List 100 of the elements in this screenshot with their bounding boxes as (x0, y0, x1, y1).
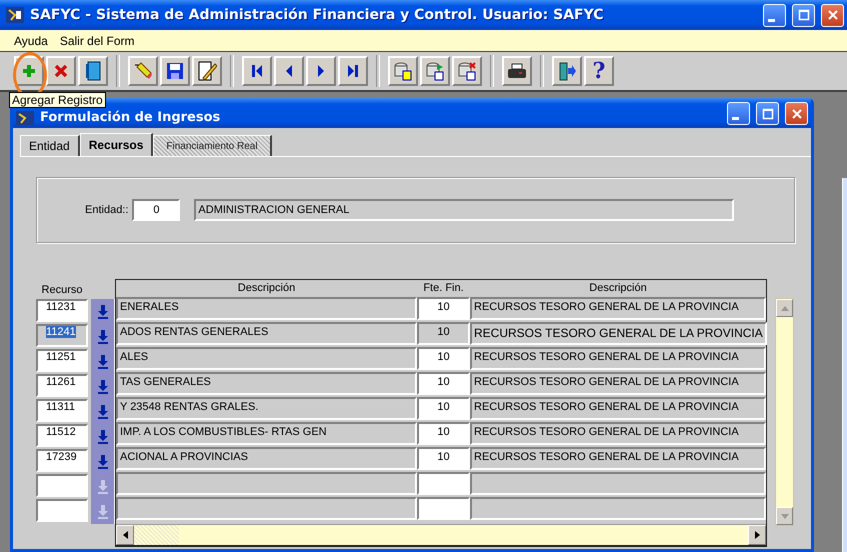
close-icon (826, 9, 838, 21)
table-cell (417, 497, 470, 520)
form-icon (16, 111, 34, 125)
maximize-button[interactable] (792, 4, 815, 26)
table-cell: 10 (417, 397, 470, 420)
pencil-notepad-icon (197, 60, 217, 82)
column-header: Fte. Fin. (422, 282, 465, 295)
table-cell: RECURSOS TESORO GENERAL DE LA PROVINCIA (470, 397, 766, 420)
table-cell: RECURSOS TESORO GENERAL DE LA PROVINCIA (470, 347, 766, 370)
eraser-icon (133, 61, 153, 81)
table-cell: RECURSOS TESORO GENERAL DE LA PROVINCIA (470, 297, 766, 320)
table-cell: ENERALES (116, 297, 417, 320)
table-cell: 10 (417, 372, 470, 395)
previous-record-button[interactable] (274, 56, 304, 86)
maximize-icon (762, 108, 774, 120)
cancel-query-button[interactable] (452, 56, 482, 86)
minimize-icon (732, 117, 739, 120)
eraser-button[interactable] (128, 56, 158, 86)
code-field[interactable]: 11512 (36, 424, 88, 447)
maximize-icon (798, 9, 810, 21)
x-icon (54, 64, 68, 78)
table-cell: RECURSOS TESORO GENERAL DE LA PROVINCIA (470, 422, 766, 445)
table-cell: IMP. A LOS COMBUSTIBLES- RTAS GEN (116, 422, 417, 445)
minimize-button[interactable] (763, 4, 786, 26)
column-header: Descripción (588, 282, 648, 295)
minimize-button[interactable] (727, 102, 750, 125)
database-query-icon (393, 61, 413, 81)
down-arrow-icon (780, 514, 788, 518)
code-field[interactable]: 11311 (36, 399, 88, 422)
close-icon (790, 108, 802, 120)
print-button[interactable] (502, 56, 532, 86)
entity-name-field: ADMINISTRACION GENERAL (194, 199, 734, 221)
tab[interactable]: Financiamiento Real (153, 135, 272, 156)
down-arrow-icon (98, 304, 108, 318)
first-record-button[interactable] (242, 56, 272, 86)
table-cell: TAS GENERALES (116, 372, 417, 395)
table-cell (417, 472, 470, 495)
table-cell: 10 (417, 422, 470, 445)
notebook-button[interactable] (78, 56, 108, 86)
table-cell: 10 (417, 322, 470, 345)
tooltip: Agregar Registro (9, 92, 106, 108)
down-arrow-icon (98, 454, 108, 468)
code-field[interactable]: 11231 (36, 299, 88, 322)
query-button[interactable] (388, 56, 418, 86)
tab[interactable]: Recursos (80, 133, 154, 156)
save-button[interactable] (160, 56, 190, 86)
exit-button[interactable] (552, 56, 582, 86)
up-arrow-icon (780, 306, 788, 310)
table-cell: ADOS RENTAS GENERALES (116, 322, 417, 345)
table-cell: ACIONAL A PROVINCIAS (116, 447, 417, 470)
next-icon (315, 64, 327, 78)
lookup-button[interactable] (91, 299, 115, 324)
table-cell: RECURSOS TESORO GENERAL DE LA PROVINCIA (470, 447, 766, 470)
delete-button[interactable] (46, 56, 76, 86)
table-cell: 10 (417, 297, 470, 320)
right-arrow-icon (754, 531, 760, 539)
down-arrow-icon (98, 380, 108, 394)
table-cell: RECURSOS TESORO GENERAL DE LA PROVINCIA (470, 372, 766, 395)
plus-icon (21, 63, 37, 79)
last-icon (347, 64, 359, 78)
table-cell: 10 (417, 447, 470, 470)
edit-button[interactable] (192, 56, 222, 86)
table-cell: Y 23548 RENTAS GRALES. (116, 397, 417, 420)
menu-item[interactable]: Ayuda (14, 34, 48, 48)
app-icon (6, 7, 24, 23)
down-arrow-icon (98, 404, 108, 418)
left-arrow-icon (122, 531, 128, 539)
database-arrow-icon (425, 61, 445, 81)
first-icon (251, 64, 263, 78)
down-arrow-icon (98, 480, 108, 494)
door-exit-icon (557, 61, 577, 81)
maximize-button[interactable] (756, 102, 779, 125)
close-button[interactable] (821, 4, 844, 26)
last-record-button[interactable] (338, 56, 368, 86)
code-field[interactable]: 11241 (36, 324, 88, 347)
code-field[interactable]: 11251 (36, 349, 88, 372)
entity-code-field[interactable]: 0 (132, 199, 180, 221)
minimize-icon (768, 18, 775, 22)
column-header: Descripción (236, 282, 296, 295)
window-title: SAFYC - Sistema de Administración Financiera y Control. Usuario: SAFYC (30, 7, 605, 23)
code-field[interactable]: 17239 (36, 449, 88, 472)
menu-item[interactable]: Salir del Form (60, 34, 134, 48)
close-button[interactable] (785, 102, 808, 125)
table-cell: ALES (116, 347, 417, 370)
table-cell: 10 (417, 347, 470, 370)
form-title: Formulación de Ingresos (40, 110, 222, 125)
down-arrow-icon (98, 330, 108, 344)
notebook-icon (85, 61, 101, 81)
execute-query-button[interactable] (420, 56, 450, 86)
down-arrow-icon (98, 354, 108, 368)
down-arrow-icon (98, 504, 108, 518)
field-label: Entidad:: (85, 204, 128, 216)
next-record-button[interactable] (306, 56, 336, 86)
code-field[interactable]: 11261 (36, 374, 88, 397)
help-button[interactable]: ? (584, 56, 614, 86)
printer-icon (507, 63, 527, 79)
down-arrow-icon (98, 430, 108, 444)
database-x-icon (457, 61, 477, 81)
table-cell: RECURSOS TESORO GENERAL DE LA PROVINCIA (470, 322, 767, 345)
column-header: Recurso (40, 284, 84, 297)
